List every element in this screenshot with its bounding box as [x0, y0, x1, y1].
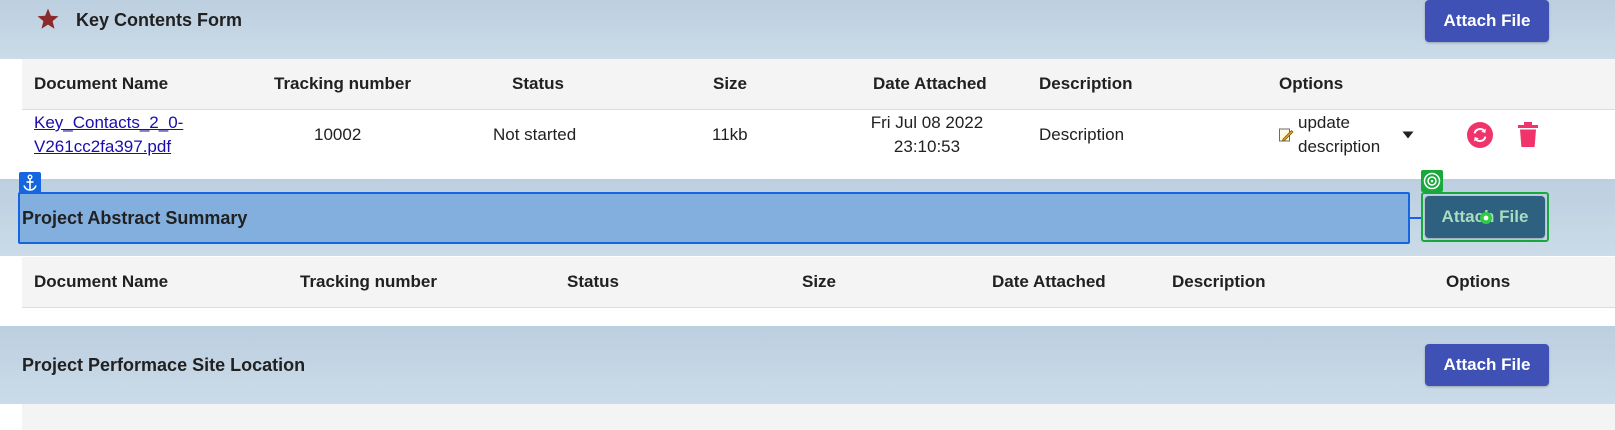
document-link[interactable]: Key_Contacts_2_0- V261cc2fa397.pdf	[34, 111, 183, 159]
column-header[interactable]: Document Name	[34, 59, 168, 109]
date-attached: Fri Jul 08 2022 23:10:53	[870, 113, 984, 156]
section-title: Project Abstract Summary	[22, 208, 248, 228]
column-header[interactable]: Status	[512, 59, 564, 109]
section-title: Project Performace Site Location	[22, 355, 306, 375]
edit-icon	[1279, 128, 1294, 142]
status-text: Not started	[493, 125, 577, 144]
column-header[interactable]: Size	[713, 59, 747, 109]
star-icon	[37, 8, 59, 29]
column-header[interactable]: Size	[802, 257, 836, 307]
column-header[interactable]: Date Attached	[873, 59, 987, 109]
column-header[interactable]: Tracking number	[300, 257, 437, 307]
file-size: 11kb	[712, 125, 748, 144]
description-text: Description	[1039, 125, 1125, 144]
attach-file-button[interactable]: Attach File	[1425, 344, 1549, 386]
attach-file-button[interactable]: Attach File	[1425, 0, 1549, 42]
column-header[interactable]: Options	[1279, 59, 1343, 109]
caret-down-icon	[1402, 131, 1414, 139]
table-header: Document Name Tracking number Status Siz…	[22, 257, 1615, 308]
tracking-number: 10002	[314, 125, 362, 144]
option-label: update description	[1298, 113, 1381, 156]
column-header[interactable]: Tracking number	[274, 59, 411, 109]
anchor-icon	[19, 172, 41, 194]
section-header-project-performance-site: Project Performace Site Location Attach …	[0, 326, 1615, 404]
cursor-target-icon	[1480, 212, 1492, 224]
column-header[interactable]: Description	[1039, 59, 1133, 109]
table-header-partial	[22, 404, 1615, 430]
column-header[interactable]: Status	[567, 257, 619, 307]
column-header[interactable]: Date Attached	[992, 257, 1106, 307]
trash-icon[interactable]	[1518, 122, 1538, 148]
section-header-key-contents: Key Contents Form Attach File	[0, 0, 1615, 59]
section-title: Key Contents Form	[76, 10, 243, 30]
options-dropdown[interactable]: update description	[1278, 111, 1420, 161]
column-header[interactable]: Description	[1172, 257, 1266, 307]
column-header[interactable]: Options	[1446, 257, 1510, 307]
sync-icon[interactable]	[1467, 122, 1493, 148]
table-header: Document Name Tracking number Status Siz…	[22, 59, 1615, 110]
connector-line	[1408, 217, 1422, 219]
target-icon	[1421, 170, 1443, 192]
table-row: Key_Contacts_2_0- V261cc2fa397.pdf 10002…	[22, 110, 1615, 178]
section-header-project-abstract: Project Abstract Summary Attach File	[0, 170, 1615, 256]
column-header[interactable]: Document Name	[34, 257, 168, 307]
